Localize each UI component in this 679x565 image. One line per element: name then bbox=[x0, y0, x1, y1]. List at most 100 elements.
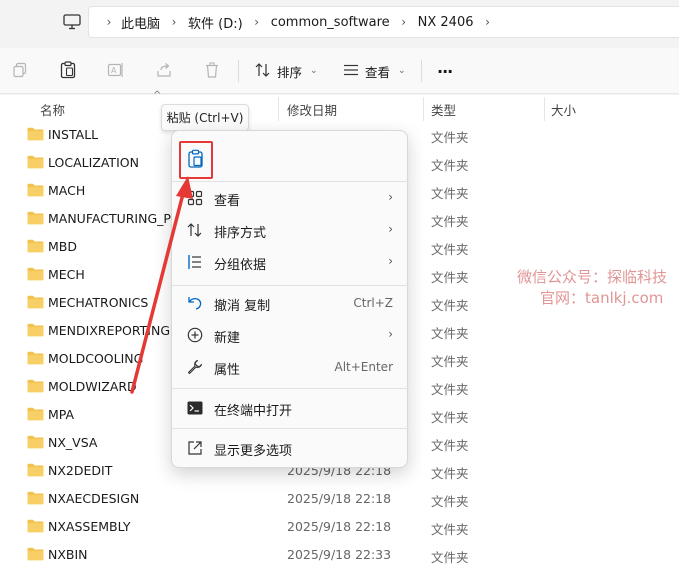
paste-menu-button[interactable] bbox=[179, 141, 213, 179]
file-name: MENDIXREPORTING bbox=[48, 323, 171, 338]
paste-icon bbox=[187, 149, 205, 172]
rename-icon[interactable]: A bbox=[106, 60, 126, 80]
file-name: NXASSEMBLY bbox=[48, 519, 131, 534]
file-type: 文件夹 bbox=[431, 186, 469, 201]
folder-icon bbox=[27, 379, 44, 393]
menu-divider bbox=[172, 181, 409, 182]
folder-icon bbox=[27, 239, 44, 253]
column-divider[interactable] bbox=[278, 97, 279, 121]
menu-item-label: 在终端中打开 bbox=[214, 404, 293, 419]
file-name: NX_VSA bbox=[48, 435, 98, 450]
breadcrumb-nx-2406[interactable]: NX 2406 bbox=[418, 15, 474, 30]
file-type: 文件夹 bbox=[431, 158, 469, 173]
share-icon[interactable] bbox=[154, 60, 174, 80]
breadcrumb-this-pc[interactable]: 此电脑 bbox=[121, 13, 160, 32]
paste-icon[interactable] bbox=[58, 60, 78, 80]
chevron-right-icon[interactable]: › bbox=[474, 15, 502, 29]
file-date: 2025/9/18 22:33 bbox=[287, 547, 392, 562]
folder-icon bbox=[27, 323, 44, 337]
menu-divider bbox=[172, 428, 409, 429]
column-divider[interactable] bbox=[423, 97, 424, 121]
menu-item-label: 分组依据 bbox=[214, 258, 267, 273]
computer-icon[interactable] bbox=[62, 12, 82, 32]
view-button[interactable]: 查看 ⌄ bbox=[343, 60, 406, 82]
terminal-icon bbox=[186, 399, 204, 417]
file-name: MOLDCOOLING bbox=[48, 351, 144, 366]
menu-item-view[interactable]: 查看 › bbox=[172, 183, 409, 213]
folder-icon bbox=[27, 491, 44, 505]
menu-item-new[interactable]: 新建 › bbox=[172, 320, 409, 350]
file-name: MECH bbox=[48, 267, 85, 282]
column-header-type[interactable]: 类型 bbox=[431, 100, 456, 119]
breadcrumb[interactable]: › 此电脑 › 软件 (D:) › common_software › NX 2… bbox=[88, 6, 679, 38]
chevron-right-icon[interactable]: › bbox=[243, 15, 271, 29]
file-type: 文件夹 bbox=[431, 466, 469, 481]
menu-item-undo-copy[interactable]: 撤消 复制 Ctrl+Z bbox=[172, 288, 409, 318]
menu-item-shortcut: Ctrl+Z bbox=[353, 296, 393, 310]
folder-icon bbox=[27, 519, 44, 533]
column-header-name[interactable]: 名称 bbox=[40, 100, 65, 119]
file-name: NXAECDESIGN bbox=[48, 491, 140, 506]
grid-icon bbox=[186, 189, 204, 207]
chevron-right-icon[interactable]: › bbox=[160, 15, 188, 29]
file-type: 文件夹 bbox=[431, 382, 469, 397]
file-type: 文件夹 bbox=[431, 130, 469, 145]
paste-tooltip: 粘贴 (Ctrl+V) bbox=[161, 104, 249, 131]
more-label: ··· bbox=[437, 61, 453, 81]
folder-icon bbox=[27, 267, 44, 281]
plus-circle-icon bbox=[186, 326, 204, 344]
command-bar: A 排序 ⌄ 查看 ⌄ ··· bbox=[0, 48, 679, 94]
chevron-right-icon: › bbox=[388, 222, 393, 236]
sort-up-icon: ^ bbox=[153, 90, 162, 101]
file-type: 文件夹 bbox=[431, 438, 469, 453]
column-divider[interactable] bbox=[544, 97, 545, 121]
wrench-icon bbox=[186, 358, 204, 376]
file-name: MBD bbox=[48, 239, 77, 254]
chevron-right-icon: › bbox=[388, 327, 393, 341]
file-row[interactable]: NXASSEMBLY 2025/9/18 22:18 文件夹 bbox=[0, 513, 679, 541]
menu-item-group-by[interactable]: 分组依据 › bbox=[172, 247, 409, 277]
menu-item-shortcut: Alt+Enter bbox=[334, 360, 393, 374]
undo-icon bbox=[186, 294, 204, 312]
address-bar: › 此电脑 › 软件 (D:) › common_software › NX 2… bbox=[0, 0, 679, 45]
menu-item-label: 撤消 复制 bbox=[214, 299, 271, 314]
file-date: 2025/9/18 22:18 bbox=[287, 519, 392, 534]
file-row[interactable]: NXAECDESIGN 2025/9/18 22:18 文件夹 bbox=[0, 485, 679, 513]
delete-icon[interactable] bbox=[202, 60, 222, 80]
file-name: NXBIN bbox=[48, 547, 88, 562]
folder-icon bbox=[27, 295, 44, 309]
menu-item-open-terminal[interactable]: 在终端中打开 bbox=[172, 393, 409, 423]
file-type: 文件夹 bbox=[431, 494, 469, 509]
more-options-button[interactable]: ··· bbox=[437, 60, 453, 82]
file-name: MACH bbox=[48, 183, 86, 198]
file-row[interactable]: NXBIN 2025/9/18 22:33 文件夹 bbox=[0, 541, 679, 565]
file-name: LOCALIZATION bbox=[48, 155, 139, 170]
sort-button[interactable]: 排序 ⌄ bbox=[255, 60, 318, 82]
menu-item-label: 属性 bbox=[214, 363, 241, 378]
file-type: 文件夹 bbox=[431, 242, 469, 257]
file-name: INSTALL bbox=[48, 127, 99, 142]
open-external-icon bbox=[186, 439, 204, 457]
file-name: MPA bbox=[48, 407, 75, 422]
sort-icon bbox=[186, 221, 204, 239]
breadcrumb-drive-d[interactable]: 软件 (D:) bbox=[188, 13, 243, 32]
copy-icon[interactable] bbox=[10, 60, 30, 80]
folder-icon bbox=[27, 155, 44, 169]
folder-icon bbox=[27, 211, 44, 225]
chevron-right-icon[interactable]: › bbox=[390, 15, 418, 29]
file-type: 文件夹 bbox=[431, 354, 469, 369]
column-header-date[interactable]: 修改日期 bbox=[287, 100, 337, 119]
menu-item-sort-by[interactable]: 排序方式 › bbox=[172, 215, 409, 245]
file-type: 文件夹 bbox=[431, 214, 469, 229]
file-type: 文件夹 bbox=[431, 298, 469, 313]
chevron-right-icon[interactable]: › bbox=[97, 15, 121, 29]
column-header-size[interactable]: 大小 bbox=[551, 100, 576, 119]
toolbar-divider bbox=[421, 60, 422, 82]
menu-item-properties[interactable]: 属性 Alt+Enter bbox=[172, 352, 409, 382]
file-date: 2025/9/18 22:18 bbox=[287, 491, 392, 506]
menu-item-show-more-options[interactable]: 显示更多选项 bbox=[172, 433, 409, 463]
folder-icon bbox=[27, 183, 44, 197]
breadcrumb-common-software[interactable]: common_software bbox=[271, 15, 390, 30]
view-icon bbox=[343, 64, 359, 79]
file-name: MANUFACTURING_PI bbox=[48, 211, 175, 226]
